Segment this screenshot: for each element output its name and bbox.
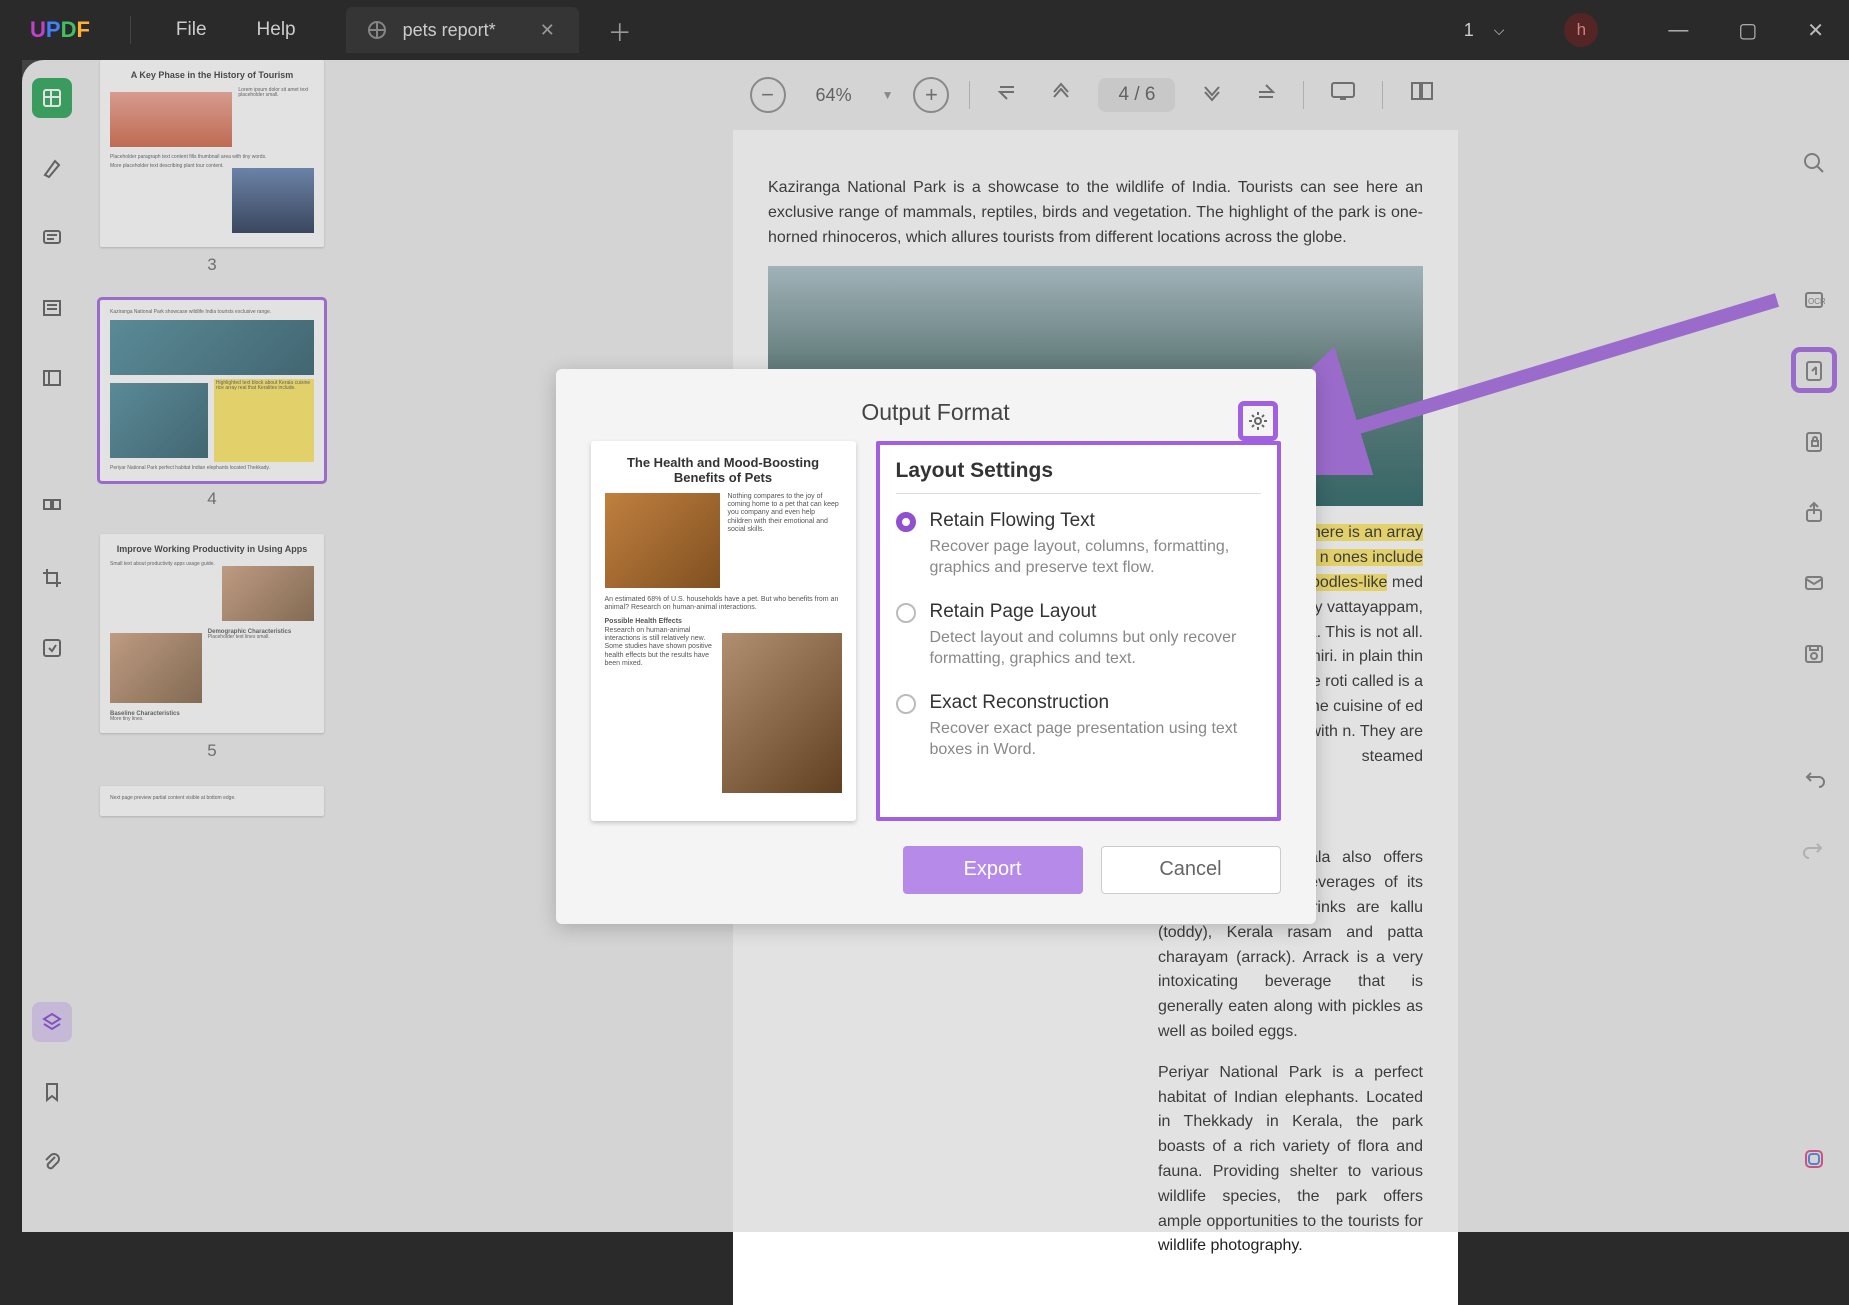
main-area: A Key Phase in the History of Tourism Lo… — [22, 60, 1849, 1232]
app-logo: UPDF — [10, 17, 110, 43]
output-format-dialog: Output Format The Health and Mood-Boosti… — [556, 369, 1316, 924]
doc-count: 1 — [1464, 20, 1474, 41]
radio-icon — [896, 603, 916, 623]
tab-document-icon — [366, 19, 388, 41]
close-button[interactable]: ✕ — [1792, 10, 1839, 51]
tab-title: pets report* — [403, 20, 496, 41]
option-page-layout[interactable]: Retain Page LayoutDetect layout and colu… — [896, 601, 1261, 670]
tab-close-icon[interactable]: ✕ — [536, 16, 559, 45]
new-tab-button[interactable]: ＋ — [604, 9, 636, 52]
document-tab[interactable]: pets report* ✕ — [346, 7, 579, 53]
radio-icon — [896, 512, 916, 532]
minimize-button[interactable]: — — [1653, 11, 1703, 50]
export-button[interactable]: Export — [903, 846, 1083, 894]
titlebar: UPDF File Help pets report* ✕ ＋ 1 ⌵ h — … — [0, 0, 1849, 60]
layout-settings-panel: Layout Settings Retain Flowing TextRecov… — [876, 441, 1281, 821]
option-exact-reconstruction[interactable]: Exact ReconstructionRecover exact page p… — [896, 692, 1261, 761]
cancel-button[interactable]: Cancel — [1101, 846, 1281, 894]
doc-dropdown-icon[interactable]: ⌵ — [1494, 22, 1505, 39]
user-avatar[interactable]: h — [1564, 13, 1598, 47]
modal-overlay: Output Format The Health and Mood-Boosti… — [22, 60, 1849, 1232]
preview-pane: The Health and Mood-Boosting Benefits of… — [591, 441, 856, 821]
settings-gear-icon[interactable] — [1238, 401, 1278, 441]
radio-icon — [896, 694, 916, 714]
menu-file[interactable]: File — [176, 19, 207, 41]
option-flowing-text[interactable]: Retain Flowing TextRecover page layout, … — [896, 510, 1261, 579]
settings-title: Layout Settings — [896, 459, 1261, 494]
menu-help[interactable]: Help — [257, 19, 296, 41]
maximize-button[interactable]: ▢ — [1723, 10, 1772, 51]
dialog-title: Output Format — [591, 399, 1281, 426]
